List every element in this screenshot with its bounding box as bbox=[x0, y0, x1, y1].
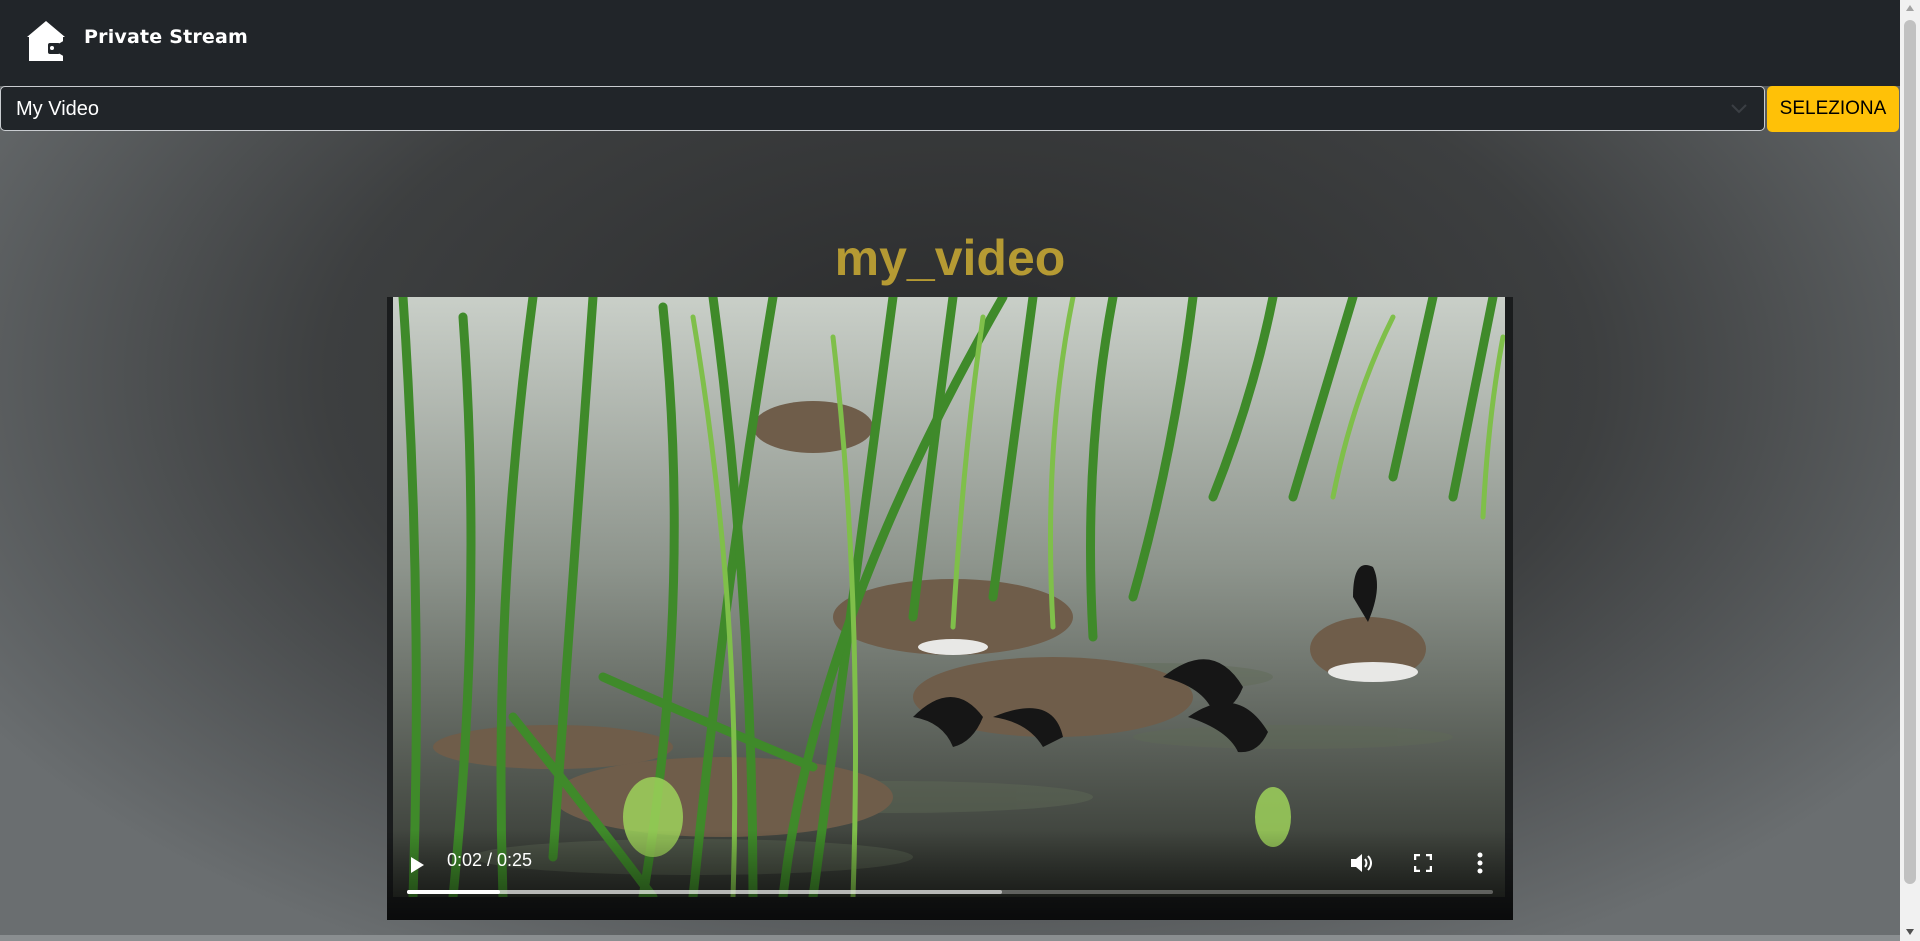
page-scrollbar[interactable] bbox=[1900, 0, 1920, 941]
navbar: Private Stream bbox=[0, 0, 1900, 86]
brand-link[interactable]: Private Stream bbox=[26, 20, 248, 62]
play-icon[interactable] bbox=[409, 856, 425, 874]
fullscreen-icon[interactable] bbox=[1414, 854, 1432, 872]
video-select[interactable]: My Video bbox=[0, 86, 1765, 131]
select-button[interactable]: SELEZIONA bbox=[1767, 86, 1899, 132]
chevron-down-icon bbox=[1731, 104, 1747, 114]
brand-name: Private Stream bbox=[84, 26, 249, 48]
scroll-down-icon[interactable] bbox=[1906, 929, 1914, 935]
video-select-value: My Video bbox=[16, 98, 100, 120]
video-title: my_video bbox=[834, 230, 1066, 286]
video-time: 0:02 / 0:25 bbox=[447, 850, 533, 870]
video-played-bar bbox=[407, 890, 501, 894]
video-select-row: My Video SELEZIONA bbox=[0, 86, 1900, 133]
video-player[interactable]: 0:02 / 0:25 bbox=[387, 297, 1513, 920]
more-options-icon[interactable] bbox=[1476, 852, 1484, 874]
scroll-up-icon[interactable] bbox=[1906, 5, 1914, 11]
volume-icon[interactable] bbox=[1349, 852, 1373, 874]
video-progress-bar[interactable] bbox=[407, 890, 1493, 894]
video-frame-image bbox=[393, 297, 1505, 897]
page-bottom bbox=[0, 935, 1900, 941]
home-camera-icon bbox=[27, 21, 65, 61]
scrollbar-thumb[interactable] bbox=[1904, 20, 1916, 884]
video-controls bbox=[387, 830, 1513, 920]
